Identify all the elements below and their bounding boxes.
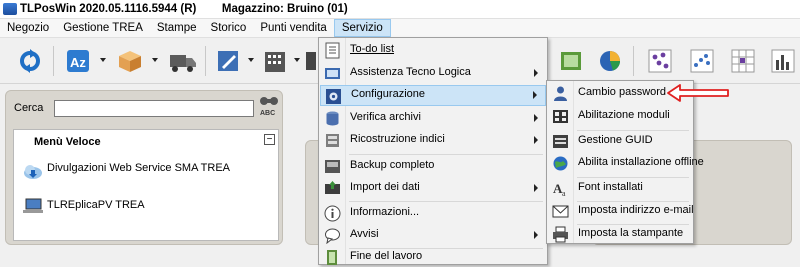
menu-item-fine-lavoro[interactable]: Fine del lavoro [320, 247, 546, 267]
menu-item-ricostruzione-indici[interactable]: Ricostruzione indici [320, 130, 546, 151]
document-icon [218, 51, 238, 71]
quick-item-label: Divulgazioni Web Service SMA TREA [47, 162, 230, 174]
todo-list-icon [325, 42, 340, 59]
truck-icon [170, 55, 196, 72]
truck-button[interactable] [165, 43, 201, 79]
cloud-download-icon [24, 165, 42, 179]
menu-item-verifica-archivi[interactable]: Verifica archivi [320, 108, 546, 129]
font-icon: A a [553, 181, 566, 197]
submenu-arrow-icon [534, 114, 538, 122]
search-panel: Cerca ABC Menù Veloce − Divulgazioni Web… [5, 90, 283, 245]
menu-item-assistenza[interactable]: Assistenza Tecno Logica [320, 63, 546, 84]
menu-item-todo-list[interactable]: To-do list [320, 40, 546, 61]
user-key-icon [554, 86, 567, 101]
search-input[interactable] [54, 100, 254, 117]
chat-icon [325, 228, 340, 244]
menu-item-abilita-offline[interactable]: Abilita installazione offline [548, 153, 704, 174]
pie-chart-button[interactable] [592, 43, 628, 79]
svg-text:a: a [562, 189, 566, 197]
rebuild-icon [326, 134, 339, 147]
menu-gestione-trea[interactable]: Gestione TREA [56, 19, 150, 37]
gear-icon [326, 89, 341, 104]
menu-item-gestione-guid[interactable]: Gestione GUID [548, 131, 692, 152]
database-icon [326, 111, 339, 126]
building-button[interactable] [257, 43, 293, 79]
scatter-button[interactable] [684, 43, 720, 79]
menu-item-import-dati[interactable]: Import dei dati [320, 178, 546, 199]
bar-chart-button[interactable] [765, 43, 800, 79]
bar-chart-icon [771, 49, 795, 73]
printer-icon [553, 226, 568, 243]
submenu-arrow-icon [534, 136, 538, 144]
menu-punti-vendita[interactable]: Punti vendita [253, 19, 334, 37]
email-icon [552, 205, 569, 218]
grid-icon [731, 49, 755, 73]
menu-storico[interactable]: Storico [204, 19, 254, 37]
building-icon [265, 52, 285, 72]
configurazione-submenu: Cambio password Abilitazione moduli Gest… [546, 80, 704, 245]
backup-icon [325, 160, 340, 173]
submenu-arrow-icon [534, 69, 538, 77]
menu-item-informazioni[interactable]: Informazioni... [320, 203, 546, 224]
refresh-button[interactable] [12, 43, 48, 79]
dot-chart-icon [648, 49, 672, 73]
menu-veloce-title: Menù Veloce [34, 136, 101, 148]
svg-text:ABC: ABC [260, 110, 275, 117]
refresh-icon [20, 49, 40, 73]
menu-item-configurazione[interactable]: Configurazione [320, 85, 546, 106]
guid-icon [553, 135, 568, 148]
app-icon [3, 3, 17, 15]
clip-icon [561, 52, 581, 70]
dots-chart-button[interactable] [642, 43, 678, 79]
menu-item-backup-completo[interactable]: Backup completo [320, 156, 546, 177]
menu-item-imposta-email[interactable]: Imposta indirizzo e-mail [548, 201, 694, 222]
quick-item-tlreplicapv[interactable]: TLREplicaPV TREA [22, 196, 247, 216]
info-icon [324, 205, 341, 222]
scatter-icon [690, 49, 714, 73]
window-title: TLPosWin 2020.05.1116.5944 (R) Magazzino… [20, 3, 348, 15]
import-icon [325, 181, 340, 194]
menu-item-avvisi[interactable]: Avvisi [320, 225, 546, 246]
pie-chart-icon [600, 51, 620, 71]
menu-veloce-panel: Menù Veloce − Divulgazioni Web Service S… [13, 129, 279, 241]
search-label: Cerca [14, 102, 44, 114]
submenu-arrow-icon [533, 91, 537, 99]
svg-text:Az: Az [70, 55, 86, 70]
menu-negozio[interactable]: Negozio [0, 19, 56, 37]
abc-search-icon[interactable]: ABC [259, 96, 279, 118]
clip-button[interactable] [553, 43, 589, 79]
collapse-button[interactable]: − [264, 134, 275, 145]
modules-icon [553, 110, 568, 123]
grid-button[interactable] [725, 43, 761, 79]
box-button[interactable] [112, 43, 148, 79]
submenu-arrow-icon [534, 231, 538, 239]
menu-item-imposta-stampante[interactable]: Imposta la stampante [548, 224, 692, 245]
support-icon [325, 68, 340, 79]
servizio-menu: To-do list Assistenza Tecno Logica Confi… [318, 37, 548, 265]
computer-icon [23, 198, 43, 213]
sort-az-icon: Az [67, 50, 89, 72]
menu-item-font-installati[interactable]: A a Font installati [548, 178, 692, 199]
document-button[interactable] [210, 43, 246, 79]
menu-bar: Negozio Gestione TREA Stampe Storico Pun… [0, 19, 800, 37]
submenu-arrow-icon [534, 184, 538, 192]
sort-az-button[interactable]: Az [60, 43, 96, 79]
menu-servizio[interactable]: Servizio [333, 19, 391, 37]
menu-item-abilitazione-moduli[interactable]: Abilitazione moduli [548, 106, 692, 127]
globe-icon [553, 156, 568, 171]
annotation-arrow-icon [667, 84, 729, 102]
exit-icon [327, 250, 337, 265]
quick-item-divulgazioni[interactable]: Divulgazioni Web Service SMA TREA [22, 162, 247, 182]
title-bar: TLPosWin 2020.05.1116.5944 (R) Magazzino… [0, 0, 800, 19]
quick-item-label: TLREplicaPV TREA [47, 199, 145, 211]
menu-stampe[interactable]: Stampe [150, 19, 204, 37]
box-icon [119, 51, 141, 72]
list-icon [306, 52, 316, 70]
